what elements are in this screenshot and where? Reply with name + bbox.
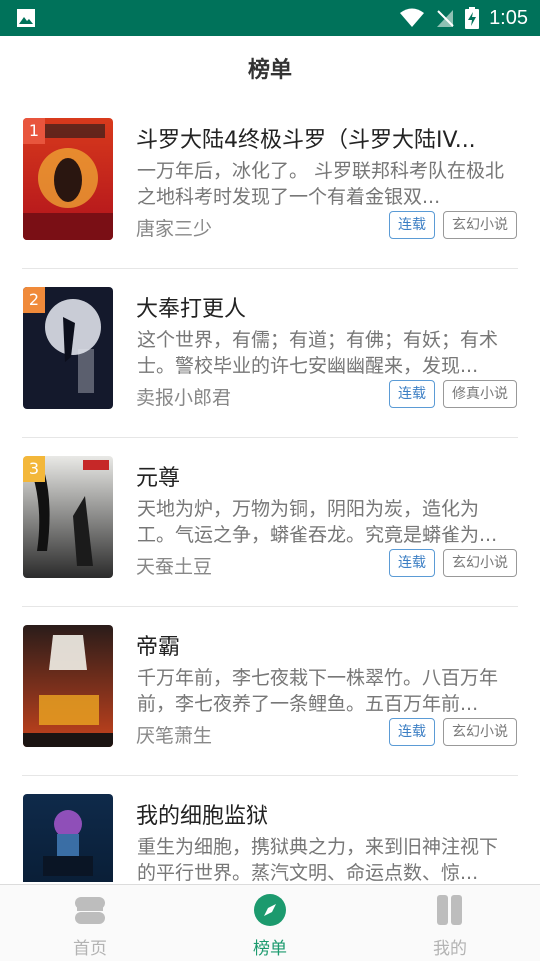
cover-art [23, 794, 113, 882]
rank-badge: 3 [23, 456, 45, 482]
tab-home[interactable]: 首页 [0, 885, 180, 961]
status-tag: 连载 [389, 549, 435, 577]
book-description: 一万年后，冰化了。 斗罗联邦科考队在极北之地科考时发现了一个有着金银双... [137, 160, 505, 208]
book-title: 斗罗大陆4终极斗罗（斗罗大陆IV... [136, 128, 476, 153]
book-cover[interactable] [23, 794, 113, 882]
genre-tag: 玄幻小说 [443, 718, 517, 746]
title-bar: 榜单 [0, 36, 540, 100]
tab-mine[interactable]: 我的 [360, 885, 540, 961]
status-time: 1:05 [489, 6, 528, 29]
book-cover[interactable]: 2 [23, 287, 113, 409]
book-cover[interactable]: 3 [23, 456, 113, 578]
genre-tag: 玄幻小说 [443, 549, 517, 577]
book-item[interactable]: 我的细胞监狱 重生为细胞，携狱典之力，来到旧神注视下的平行世界。蒸汽文明、命运点… [0, 776, 540, 882]
book-description: 这个世界，有儒；有道；有佛；有妖；有术士。警校毕业的许七安幽幽醒来，发现... [137, 329, 499, 377]
rank-badge: 1 [23, 118, 45, 144]
book-author: 天蚕土豆 [136, 556, 213, 578]
book-title: 我的细胞监狱 [136, 804, 269, 829]
book-description: 千万年前，李七夜栽下一株翠竹。八百万年前，李七夜养了一条鲤鱼。五百万年前... [137, 667, 499, 715]
page-title: 榜单 [247, 58, 292, 83]
genre-tag: 修真小说 [443, 380, 517, 408]
bottom-tab-bar: 首页 榜单 我的 [0, 884, 540, 961]
status-bar: 1:05 [0, 0, 540, 36]
book-author: 唐家三少 [136, 218, 213, 240]
compass-icon [254, 894, 286, 926]
book-title: 大奉打更人 [136, 297, 247, 322]
ranking-list[interactable]: 1 斗罗大陆4终极斗罗（斗罗大陆IV... 一万年后，冰化了。 斗罗联邦科考队在… [0, 100, 540, 882]
genre-tag: 玄幻小说 [443, 211, 517, 239]
book-description: 重生为细胞，携狱典之力，来到旧神注视下的平行世界。蒸汽文明、命运点数、惊... [137, 836, 499, 882]
battery-charging-icon [465, 7, 480, 29]
book-title: 帝霸 [136, 635, 181, 660]
no-signal-icon [437, 10, 454, 27]
book-item[interactable]: 3 元尊 天地为炉，万物为铜，阴阳为炭，造化为工。气运之争，蟒雀吞龙。究竟是蟒雀… [0, 438, 540, 607]
bookshelf-icon [437, 895, 462, 925]
home-icon [75, 897, 105, 924]
book-cover[interactable] [23, 625, 113, 747]
book-author: 卖报小郎君 [136, 387, 232, 409]
book-author: 厌笔萧生 [136, 725, 213, 747]
status-tag: 连载 [389, 718, 435, 746]
tab-label: 我的 [433, 939, 467, 959]
tab-label: 首页 [73, 939, 107, 959]
book-item[interactable]: 2 大奉打更人 这个世界，有儒；有道；有佛；有妖；有术士。警校毕业的许七安幽幽醒… [0, 269, 540, 438]
image-icon [17, 9, 35, 27]
rank-badge: 2 [23, 287, 45, 313]
book-cover[interactable]: 1 [23, 118, 113, 240]
book-item[interactable]: 帝霸 千万年前，李七夜栽下一株翠竹。八百万年前，李七夜养了一条鲤鱼。五百万年前.… [0, 607, 540, 776]
status-tag: 连载 [389, 211, 435, 239]
tab-label: 榜单 [253, 939, 287, 959]
wifi-icon [400, 8, 425, 27]
tab-ranking[interactable]: 榜单 [180, 885, 360, 961]
book-description: 天地为炉，万物为铜，阴阳为炭，造化为工。气运之争，蟒雀吞龙。究竟是蟒雀为... [137, 498, 498, 546]
cover-art [23, 625, 113, 747]
book-item[interactable]: 1 斗罗大陆4终极斗罗（斗罗大陆IV... 一万年后，冰化了。 斗罗联邦科考队在… [0, 100, 540, 269]
status-tag: 连载 [389, 380, 435, 408]
book-title: 元尊 [136, 466, 181, 491]
